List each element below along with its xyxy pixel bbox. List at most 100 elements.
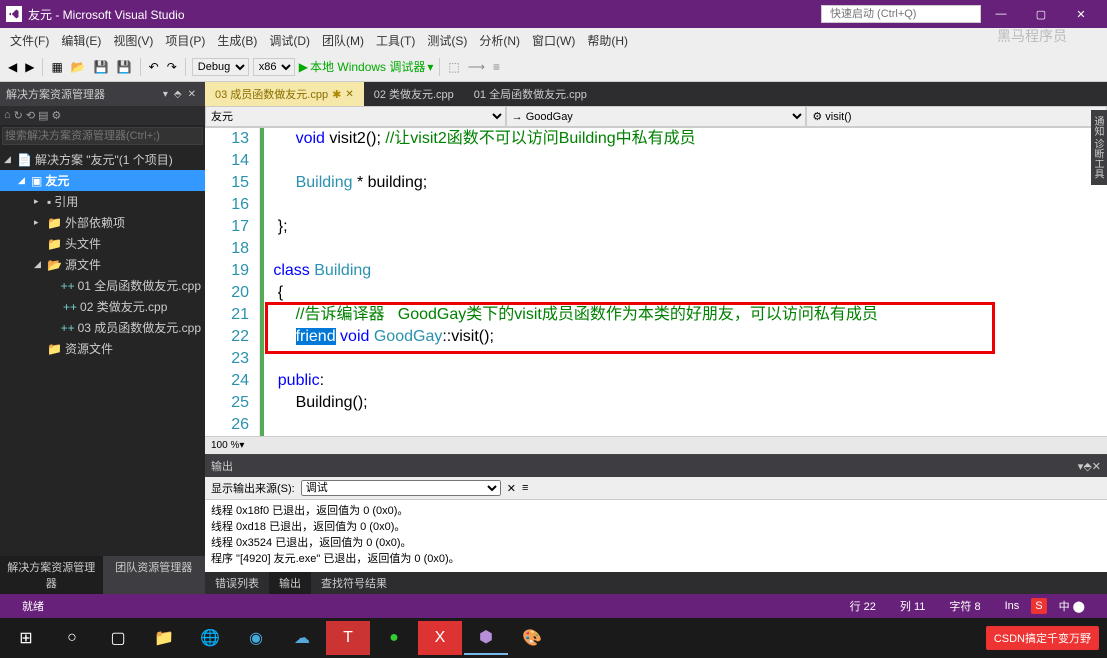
app-icon[interactable]: T xyxy=(326,621,370,655)
toolbar-icon[interactable]: ⟶ xyxy=(466,58,487,76)
document-tabs: 03 成员函数做友元.cpp ✱ ✕ 02 类做友元.cpp 01 全局函数做友… xyxy=(205,82,1107,106)
minimize-button[interactable]: — xyxy=(981,8,1021,20)
code-editor[interactable]: 131415161718192021222324252627 void visi… xyxy=(205,128,1107,436)
menu-item[interactable]: 调试(D) xyxy=(263,32,316,49)
save-all-icon[interactable]: 💾 xyxy=(115,58,134,76)
close-panel-icon[interactable]: ✕ xyxy=(185,89,199,100)
redo-icon[interactable]: ↷ xyxy=(165,58,179,76)
vs-logo-icon xyxy=(6,6,22,22)
solution-explorer-header: 解决方案资源管理器 ▾ ⬘ ✕ xyxy=(0,82,205,106)
close-tab-icon[interactable]: ✕ xyxy=(345,89,353,100)
tab-find-results[interactable]: 查找符号结果 xyxy=(311,572,397,594)
quick-launch-input[interactable] xyxy=(821,5,981,23)
menu-item[interactable]: 生成(B) xyxy=(211,32,263,49)
toggle-icon[interactable]: ≡ xyxy=(522,482,528,494)
home-icon[interactable]: ⌂ xyxy=(4,109,11,122)
save-icon[interactable]: 💾 xyxy=(92,58,111,76)
explorer-tabs: 解决方案资源管理器 团队资源管理器 xyxy=(0,556,205,594)
app-icon[interactable]: ☁ xyxy=(280,621,324,655)
menu-item[interactable]: 窗口(W) xyxy=(526,32,581,49)
solution-search-input[interactable] xyxy=(2,127,203,145)
tab-output[interactable]: 输出 xyxy=(269,572,311,594)
vs-taskbar-icon[interactable]: ⬢ xyxy=(464,621,508,655)
dropdown-icon[interactable]: ▾ xyxy=(160,89,171,100)
doc-tab-active[interactable]: 03 成员函数做友元.cpp ✱ ✕ xyxy=(205,82,364,106)
edge-icon[interactable]: 🌐 xyxy=(188,621,232,655)
references-node[interactable]: ▸▪ 引用 xyxy=(0,191,205,212)
nav-band: 友元 → GoodGay ⚙ visit() xyxy=(205,106,1107,128)
menu-item[interactable]: 分析(N) xyxy=(473,32,526,49)
app-icon[interactable]: X xyxy=(418,621,462,655)
close-panel-icon[interactable]: ✕ xyxy=(1092,460,1101,473)
watermark: 黑马程序员 xyxy=(997,26,1067,46)
solution-node[interactable]: ◢📄 解决方案 "友元"(1 个项目) xyxy=(0,149,205,170)
filter-icon[interactable]: ▤ xyxy=(38,109,48,122)
external-deps-node[interactable]: ▸📁 外部依赖项 xyxy=(0,212,205,233)
menu-item[interactable]: 项目(P) xyxy=(159,32,211,49)
tab-solution-explorer[interactable]: 解决方案资源管理器 xyxy=(0,556,103,594)
search-icon[interactable]: ○ xyxy=(50,621,94,655)
source-file[interactable]: ++ 01 全局函数做友元.cpp xyxy=(0,275,205,296)
solution-tree[interactable]: ◢📄 解决方案 "友元"(1 个项目) ◢▣ 友元 ▸▪ 引用 ▸📁 外部依赖项… xyxy=(0,147,205,556)
ime-lang[interactable]: 中 ⬤ xyxy=(1047,598,1097,614)
pin-icon[interactable]: ⬘ xyxy=(171,89,185,100)
output-panel: 输出 ▾ ⬘ ✕ 显示输出来源(S): 调试 ✕ ≡ 线程 0x18f0 已退出… xyxy=(205,454,1107,594)
open-icon[interactable]: 📂 xyxy=(69,58,88,76)
new-project-icon[interactable]: ▦ xyxy=(49,58,64,76)
status-char: 字符 8 xyxy=(937,598,992,614)
status-ins: Ins xyxy=(993,600,1032,612)
doc-tab[interactable]: 01 全局函数做友元.cpp xyxy=(464,82,597,106)
member-select[interactable]: ⚙ visit() xyxy=(806,106,1107,127)
editor-zoom[interactable]: 100 % ▾ xyxy=(205,436,1107,454)
menu-item[interactable]: 测试(S) xyxy=(421,32,473,49)
maximize-button[interactable]: ▢ xyxy=(1021,8,1061,21)
menu-item[interactable]: 文件(F) xyxy=(4,32,55,49)
doc-tab[interactable]: 02 类做友元.cpp xyxy=(364,82,464,106)
sync-icon[interactable]: ⟲ xyxy=(26,109,35,122)
headers-node[interactable]: 📁 头文件 xyxy=(0,233,205,254)
pin-icon[interactable]: ⬘ xyxy=(1083,460,1091,473)
source-file[interactable]: ++ 02 类做友元.cpp xyxy=(0,296,205,317)
menu-item[interactable]: 编辑(E) xyxy=(55,32,107,49)
start-button[interactable]: ⊞ xyxy=(4,621,48,655)
toolbar-icon[interactable]: ⬚ xyxy=(446,58,461,76)
undo-icon[interactable]: ↶ xyxy=(147,58,161,76)
app-icon[interactable]: ● xyxy=(372,621,416,655)
app-icon[interactable]: ◉ xyxy=(234,621,278,655)
menu-item[interactable]: 工具(T) xyxy=(370,32,421,49)
tab-error-list[interactable]: 错误列表 xyxy=(205,572,269,594)
nav-forward-icon[interactable]: ▶ xyxy=(23,58,36,76)
solution-toolstrip: ⌂ ↻ ⟲ ▤ ⚙ xyxy=(0,106,205,125)
sources-node[interactable]: ◢📂 源文件 xyxy=(0,254,205,275)
output-text[interactable]: 线程 0x18f0 已退出，返回值为 0 (0x0)。线程 0xd18 已退出，… xyxy=(205,500,1107,572)
menu-item[interactable]: 帮助(H) xyxy=(581,32,634,49)
menu-item[interactable]: 团队(M) xyxy=(316,32,370,49)
code-content[interactable]: void visit2(); //让visit2函数不可以访问Building中… xyxy=(260,128,1107,436)
side-tab-notifications[interactable]: 通知 诊断工具 xyxy=(1091,110,1107,185)
menu-item[interactable]: 视图(V) xyxy=(107,32,159,49)
type-select[interactable]: → GoodGay xyxy=(506,106,807,127)
output-source-select[interactable]: 调试 xyxy=(301,480,501,496)
project-node[interactable]: ◢▣ 友元 xyxy=(0,170,205,191)
nav-back-icon[interactable]: ◀ xyxy=(6,58,19,76)
windows-taskbar: ⊞ ○ ▢ 📁 🌐 ◉ ☁ T ● X ⬢ 🎨 xyxy=(0,618,1107,658)
properties-icon[interactable]: ⚙ xyxy=(52,109,62,122)
tab-team-explorer[interactable]: 团队资源管理器 xyxy=(103,556,206,594)
close-button[interactable]: ✕ xyxy=(1061,8,1101,21)
line-numbers: 131415161718192021222324252627 xyxy=(205,128,260,436)
paint-icon[interactable]: 🎨 xyxy=(510,621,554,655)
task-view-icon[interactable]: ▢ xyxy=(96,621,140,655)
ime-indicator[interactable]: S xyxy=(1031,598,1046,614)
explorer-icon[interactable]: 📁 xyxy=(142,621,186,655)
source-file[interactable]: ++ 03 成员函数做友元.cpp xyxy=(0,317,205,338)
toolbar-icon[interactable]: ≡ xyxy=(491,58,502,76)
config-select[interactable]: Debug xyxy=(192,58,249,76)
resources-node[interactable]: 📁 资源文件 xyxy=(0,338,205,359)
output-header: 输出 ▾ ⬘ ✕ xyxy=(205,455,1107,477)
refresh-icon[interactable]: ↻ xyxy=(14,109,23,122)
run-button[interactable]: ▶ 本地 Windows 调试器 ▾ xyxy=(299,58,434,75)
status-col: 列 11 xyxy=(888,598,937,614)
scope-select[interactable]: 友元 xyxy=(205,106,506,127)
platform-select[interactable]: x86 xyxy=(253,58,295,76)
clear-icon[interactable]: ✕ xyxy=(507,482,516,495)
